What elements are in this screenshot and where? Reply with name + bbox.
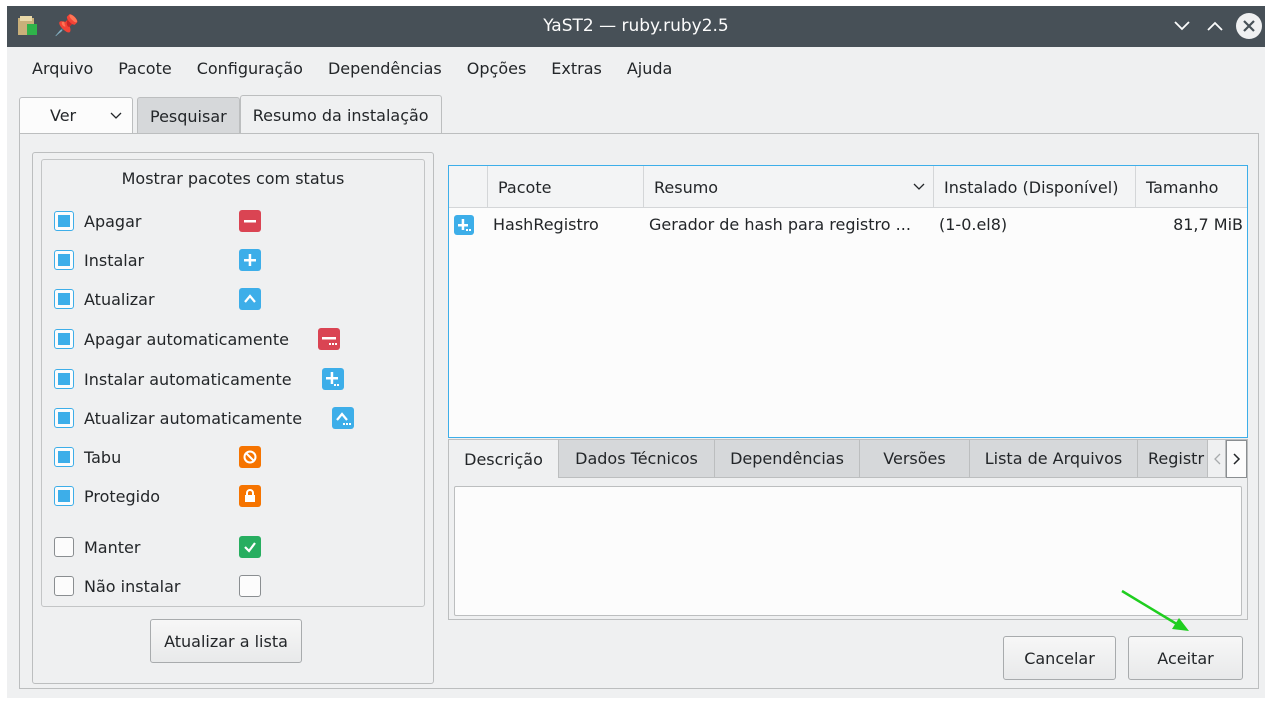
cell-installed: (1-0.el8)	[939, 215, 1008, 234]
chevron-right-icon	[1232, 453, 1240, 465]
checkbox[interactable]	[54, 250, 74, 270]
status-row-no-install[interactable]: Não instalar	[54, 574, 180, 598]
tab-installation-summary[interactable]: Resumo da instalação	[239, 95, 442, 134]
status-label: Atualizar automaticamente	[84, 408, 303, 428]
checkbox[interactable]	[54, 369, 74, 389]
status-row-auto-delete[interactable]: Apagar automaticamente	[54, 327, 289, 351]
table-header: Pacote Resumo Instalado (Disponível) Tam…	[449, 166, 1247, 208]
status-filter-title: Mostrar pacotes com status	[121, 169, 345, 188]
menu-configuracao[interactable]: Configuração	[186, 59, 317, 78]
install-icon	[239, 249, 261, 271]
tabs-scroll-left-button[interactable]	[1208, 440, 1226, 478]
status-label: Protegido	[84, 486, 161, 506]
delete-icon	[239, 210, 261, 232]
status-label: Instalar automaticamente	[84, 369, 292, 389]
auto-delete-icon	[318, 328, 340, 350]
status-filter-group: Mostrar pacotes com status Apagar Instal…	[41, 159, 425, 607]
update-icon	[239, 288, 261, 310]
status-row-taboo[interactable]: Tabu	[54, 445, 121, 469]
status-row-auto-install[interactable]: Instalar automaticamente	[54, 367, 292, 391]
column-header-label: Resumo	[654, 177, 719, 197]
minimize-button[interactable]	[1169, 13, 1195, 39]
close-button[interactable]	[1236, 13, 1262, 39]
status-label: Instalar	[84, 250, 145, 270]
status-label: Não instalar	[84, 576, 181, 596]
tab-log[interactable]: Registr	[1138, 440, 1208, 478]
cancel-button[interactable]: Cancelar	[1003, 636, 1116, 680]
column-header-installed[interactable]: Instalado (Disponível)	[933, 166, 1135, 208]
refresh-list-button[interactable]: Atualizar a lista	[150, 619, 302, 663]
auto-update-icon	[332, 407, 354, 429]
checkbox[interactable]	[54, 408, 74, 428]
tab-technical-data[interactable]: Dados Técnicos	[559, 440, 715, 478]
status-row-protected[interactable]: Protegido	[54, 484, 160, 508]
tabs-scroll-right-button[interactable]	[1226, 440, 1247, 478]
package-table: Pacote Resumo Instalado (Disponível) Tam…	[448, 165, 1248, 438]
status-row-auto-update[interactable]: Atualizar automaticamente	[54, 406, 302, 430]
status-filter-panel: Mostrar pacotes com status Apagar Instal…	[32, 152, 434, 684]
checkbox[interactable]	[54, 447, 74, 467]
cell-size: 81,7 MiB	[1173, 215, 1243, 234]
taboo-icon	[239, 446, 261, 468]
chevron-down-icon	[913, 183, 925, 190]
menu-extras[interactable]: Extras	[540, 59, 616, 78]
close-icon	[1243, 20, 1255, 32]
column-header-package[interactable]: Pacote	[487, 166, 643, 208]
accept-button[interactable]: Aceitar	[1128, 636, 1243, 680]
keep-icon	[239, 536, 261, 558]
chevron-down-icon	[1174, 21, 1190, 31]
checkbox[interactable]	[54, 211, 74, 231]
status-row-keep[interactable]: Manter	[54, 535, 140, 559]
menu-bar: Arquivo Pacote Configuração Dependências…	[7, 47, 686, 89]
maximize-button[interactable]	[1202, 13, 1228, 39]
view-dropdown[interactable]: Ver	[19, 97, 133, 134]
menu-arquivo[interactable]: Arquivo	[7, 59, 107, 78]
tab-versions[interactable]: Versões	[860, 440, 970, 478]
tab-description[interactable]: Descrição	[449, 440, 559, 478]
view-tabs: Ver Pesquisar Resumo da instalação	[19, 95, 442, 134]
chevron-left-icon	[1213, 453, 1220, 464]
tab-dependencies[interactable]: Dependências	[715, 440, 860, 478]
view-dropdown-label: Ver	[50, 106, 77, 125]
checkbox[interactable]	[54, 289, 74, 309]
status-row-update[interactable]: Atualizar	[54, 287, 155, 311]
status-label: Manter	[84, 537, 141, 557]
tab-search[interactable]: Pesquisar	[137, 97, 240, 134]
tab-file-list[interactable]: Lista de Arquivos	[970, 440, 1138, 478]
title-bar: 📌 YaST2 — ruby.ruby2.5	[7, 6, 1265, 47]
checkbox[interactable]	[54, 537, 74, 557]
menu-pacote[interactable]: Pacote	[107, 59, 185, 78]
auto-install-icon	[322, 368, 344, 390]
column-header-size[interactable]: Tamanho	[1135, 166, 1247, 208]
menu-dependencias[interactable]: Dependências	[317, 59, 456, 78]
main-window: Arquivo Pacote Configuração Dependências…	[7, 47, 1265, 698]
cell-summary: Gerador de hash para registro ...	[649, 215, 911, 234]
installation-summary-panel: Mostrar pacotes com status Apagar Instal…	[19, 133, 1259, 689]
status-label: Tabu	[84, 447, 122, 467]
status-label: Atualizar	[84, 289, 155, 309]
window-title: YaST2 — ruby.ruby2.5	[543, 16, 729, 36]
status-label: Apagar automaticamente	[84, 329, 289, 349]
column-header-summary[interactable]: Resumo	[643, 166, 933, 208]
annotation-arrow-icon	[1121, 589, 1189, 631]
checkbox[interactable]	[54, 329, 74, 349]
menu-ajuda[interactable]: Ajuda	[616, 59, 687, 78]
status-row-delete[interactable]: Apagar	[54, 209, 141, 233]
cell-package: HashRegistro	[493, 215, 599, 234]
checkbox[interactable]	[54, 486, 74, 506]
protected-icon	[239, 485, 261, 507]
table-row[interactable]: HashRegistro Gerador de hash para regist…	[449, 210, 1247, 240]
chevron-up-icon	[1207, 21, 1223, 31]
no-install-icon	[239, 575, 261, 597]
menu-opcoes[interactable]: Opções	[456, 59, 541, 78]
chevron-down-icon	[110, 112, 122, 119]
status-row-install[interactable]: Instalar	[54, 248, 144, 272]
status-label: Apagar	[84, 211, 142, 231]
checkbox[interactable]	[54, 576, 74, 596]
install-icon[interactable]	[454, 215, 474, 235]
